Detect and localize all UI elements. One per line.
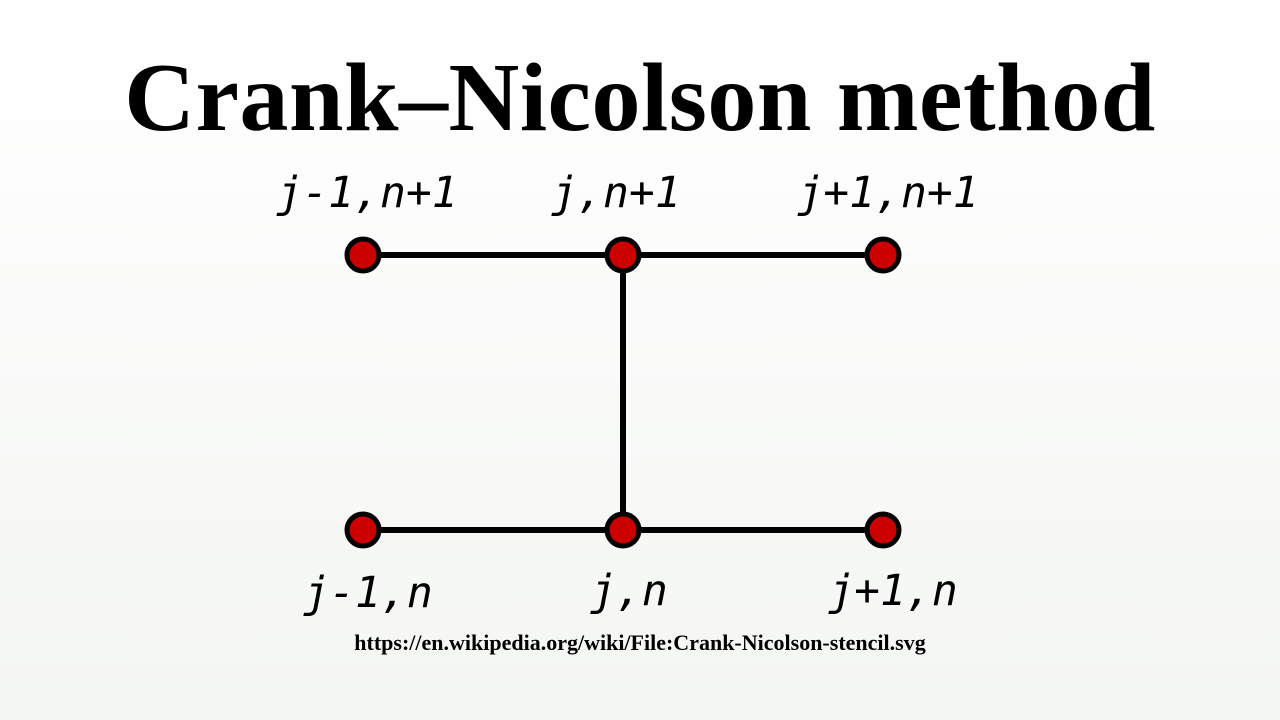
node-top-center	[604, 236, 642, 274]
node-bottom-center	[604, 511, 642, 549]
label-top-left: j-1,n+1	[276, 168, 457, 218]
node-bottom-left	[344, 511, 382, 549]
node-top-right	[864, 236, 902, 274]
label-top-center: j,n+1	[551, 168, 680, 218]
crank-nicolson-stencil: j-1,n+1 j,n+1 j+1,n+1 j-1,n j,n j+1,n	[276, 168, 978, 618]
node-top-left	[344, 236, 382, 274]
source-url: https://en.wikipedia.org/wiki/File:Crank…	[354, 630, 926, 655]
label-bottom-left: j-1,n	[303, 568, 432, 618]
label-bottom-right: j+1,n	[828, 566, 957, 616]
label-top-right: j+1,n+1	[797, 168, 978, 218]
label-bottom-center: j,n	[590, 566, 668, 616]
node-bottom-right	[864, 511, 902, 549]
